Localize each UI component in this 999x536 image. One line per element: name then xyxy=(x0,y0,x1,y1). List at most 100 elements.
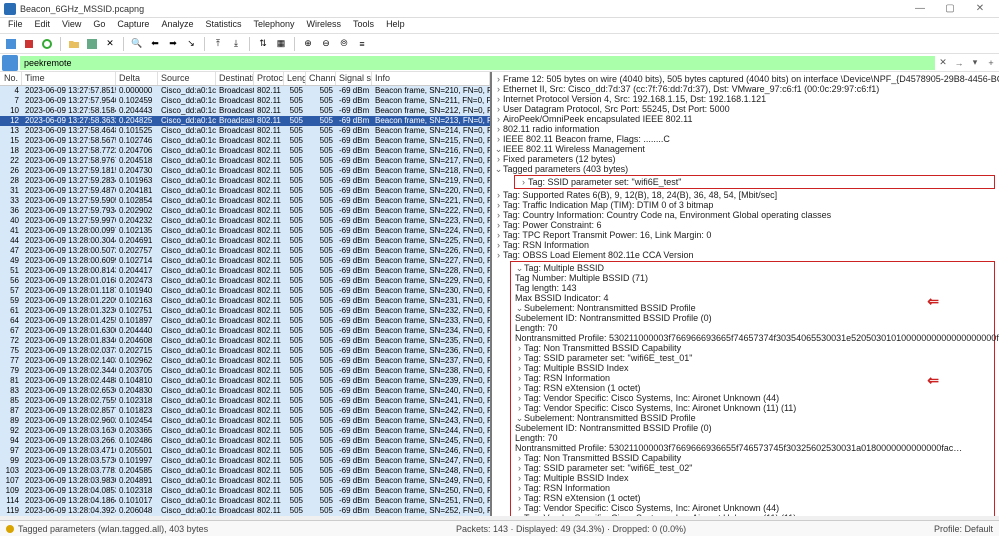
packet-row[interactable]: 472023-06-09 13:28:00.5072320.202757Cisc… xyxy=(0,246,490,256)
resize-columns-icon[interactable]: ≡ xyxy=(355,37,369,51)
sub1-idx[interactable]: Tag: Multiple BSSID Index xyxy=(524,363,629,373)
packet-row[interactable]: 562023-06-09 13:28:01.0168360.202473Cisc… xyxy=(0,276,490,286)
col-channel[interactable]: Channel xyxy=(306,72,336,85)
menu-view[interactable]: View xyxy=(56,18,87,33)
radio-line[interactable]: 802.11 radio information xyxy=(503,124,599,134)
menu-analyze[interactable]: Analyze xyxy=(155,18,199,33)
sub2-ssid[interactable]: Tag: SSID parameter set: "wifi6E_test_02… xyxy=(524,463,692,473)
sub2-rsn[interactable]: Tag: RSN Information xyxy=(524,483,610,493)
packet-row[interactable]: 362023-06-09 13:27:59.7934170.202902Cisc… xyxy=(0,206,490,216)
packet-row[interactable]: 872023-06-09 13:28:02.8577980.101823Cisc… xyxy=(0,406,490,416)
packet-row[interactable]: 992023-06-09 13:28:03.5736010.101997Cisc… xyxy=(0,456,490,466)
packet-row[interactable]: 572023-06-09 13:28:01.1187760.101940Cisc… xyxy=(0,286,490,296)
tagged-params[interactable]: Tagged parameters (403 bytes) xyxy=(503,164,628,174)
packet-row[interactable]: 312023-06-09 13:27:59.4876610.204181Cisc… xyxy=(0,186,490,196)
packet-row[interactable]: 102023-06-09 13:27:58.1584670.204443Cisc… xyxy=(0,106,490,116)
minimize-button[interactable]: — xyxy=(905,3,935,14)
sub1-vendor2[interactable]: Tag: Vendor Specific: Cisco Systems, Inc… xyxy=(524,403,796,413)
sub2-idx[interactable]: Tag: Multiple BSSID Index xyxy=(524,473,629,483)
packet-row[interactable]: 752023-06-09 13:28:02.0373500.202715Cisc… xyxy=(0,346,490,356)
packet-row[interactable]: 772023-06-09 13:28:02.1403120.102962Cisc… xyxy=(0,356,490,366)
add-filter-icon[interactable]: + xyxy=(983,58,999,68)
beacon-line[interactable]: IEEE 802.11 Beacon frame, Flags: .......… xyxy=(503,134,670,144)
last-packet-icon[interactable]: ⤓ xyxy=(229,37,243,51)
packet-row[interactable]: 1032023-06-09 13:28:03.7781860.204585Cis… xyxy=(0,466,490,476)
col-signal[interactable]: Signal stre… xyxy=(336,72,372,85)
col-time[interactable]: Time xyxy=(22,72,116,85)
menu-tools[interactable]: Tools xyxy=(347,18,380,33)
tag-tpc[interactable]: Tag: TPC Report Transmit Power: 16, Link… xyxy=(503,230,711,240)
eth-line[interactable]: Ethernet II, Src: Cisco_dd:7d:37 (cc:7f:… xyxy=(503,84,879,94)
close-file-icon[interactable]: ✕ xyxy=(103,37,117,51)
packet-row[interactable]: 402023-06-09 13:27:59.9976490.204232Cisc… xyxy=(0,216,490,226)
zoom-in-icon[interactable]: ⊕ xyxy=(301,37,315,51)
packet-row[interactable]: 1142023-06-09 13:28:04.1864120.101017Cis… xyxy=(0,496,490,506)
packet-row[interactable]: 722023-06-09 13:28:01.8346350.204608Cisc… xyxy=(0,336,490,346)
packet-row[interactable]: 1092023-06-09 13:28:04.0853950.102318Cis… xyxy=(0,486,490,496)
sub1-rsn[interactable]: Tag: RSN Information xyxy=(524,373,610,383)
sub1[interactable]: Subelement: Nontransmitted BSSID Profile xyxy=(524,303,696,313)
packet-row[interactable]: 1072023-06-09 13:28:03.9830770.204891Cis… xyxy=(0,476,490,486)
menu-wireless[interactable]: Wireless xyxy=(301,18,348,33)
col-source[interactable]: Source xyxy=(158,72,216,85)
colorize-icon[interactable]: ▦ xyxy=(274,37,288,51)
packet-row[interactable]: 262023-06-09 13:27:59.1815170.204730Cisc… xyxy=(0,166,490,176)
first-packet-icon[interactable]: ⤒ xyxy=(211,37,225,51)
col-info[interactable]: Info xyxy=(372,72,490,85)
packet-row[interactable]: 132023-06-09 13:27:58.4648170.101525Cisc… xyxy=(0,126,490,136)
packet-row[interactable]: 792023-06-09 13:28:02.3440170.203705Cisc… xyxy=(0,366,490,376)
packet-row[interactable]: 672023-06-09 13:28:01.6300270.204440Cisc… xyxy=(0,326,490,336)
packet-row[interactable]: 122023-06-09 13:27:58.3632920.204825Cisc… xyxy=(0,116,490,126)
packet-row[interactable]: 512023-06-09 13:28:00.8143630.204417Cisc… xyxy=(0,266,490,276)
save-file-icon[interactable] xyxy=(85,37,99,51)
tag-country[interactable]: Tag: Country Information: Country Code n… xyxy=(503,210,831,220)
close-button[interactable]: ✕ xyxy=(965,3,995,14)
tag-obss[interactable]: Tag: OBSS Load Element 802.11e CCA Versi… xyxy=(503,250,693,260)
packet-row[interactable]: 612023-06-09 13:28:01.3236900.102751Cisc… xyxy=(0,306,490,316)
tag-power[interactable]: Tag: Power Constraint: 6 xyxy=(503,220,602,230)
sub2[interactable]: Subelement: Nontransmitted BSSID Profile xyxy=(524,413,696,423)
packet-row[interactable]: 642023-06-09 13:28:01.4255870.101897Cisc… xyxy=(0,316,490,326)
sub1-vendor1[interactable]: Tag: Vendor Specific: Cisco Systems, Inc… xyxy=(524,393,779,403)
packet-row[interactable]: 922023-06-09 13:28:03.1636170.203365Cisc… xyxy=(0,426,490,436)
packet-row[interactable]: 852023-06-09 13:28:02.7559750.102318Cisc… xyxy=(0,396,490,406)
packet-row[interactable]: 972023-06-09 13:28:03.4716040.205501Cisc… xyxy=(0,446,490,456)
menu-telephony[interactable]: Telephony xyxy=(247,18,300,33)
frame-line[interactable]: Frame 12: 505 bytes on wire (4040 bits),… xyxy=(503,74,999,84)
udp-line[interactable]: User Datagram Protocol, Src Port: 55245,… xyxy=(503,104,730,114)
packet-row[interactable]: 1192023-06-09 13:28:04.3924600.206048Cis… xyxy=(0,506,490,516)
airopeek-line[interactable]: AiroPeek/OmniPeek encapsulated IEEE 802.… xyxy=(503,114,692,124)
zoom-reset-icon[interactable]: ⦾ xyxy=(337,37,351,51)
tag-rsn[interactable]: Tag: RSN Information xyxy=(503,240,589,250)
packet-row[interactable]: 442023-06-09 13:28:00.3044750.204691Cisc… xyxy=(0,236,490,246)
sub2-vendor2[interactable]: Tag: Vendor Specific: Cisco Systems, Inc… xyxy=(524,513,796,516)
find-icon[interactable]: 🔍 xyxy=(130,37,144,51)
tag-rates[interactable]: Tag: Supported Rates 6(B), 9, 12(B), 18,… xyxy=(503,190,777,200)
prev-icon[interactable]: ⬅ xyxy=(148,37,162,51)
apply-filter-icon[interactable]: → xyxy=(951,58,967,68)
packet-row[interactable]: 42023-06-09 13:27:57.8515650.000000Cisco… xyxy=(0,86,490,96)
menu-help[interactable]: Help xyxy=(380,18,411,33)
packet-row[interactable]: 832023-06-09 13:28:02.6536570.204830Cisc… xyxy=(0,386,490,396)
packet-row[interactable]: 182023-06-09 13:27:58.7722690.204706Cisc… xyxy=(0,146,490,156)
packet-row[interactable]: 492023-06-09 13:28:00.6099460.102714Cisc… xyxy=(0,256,490,266)
packet-row[interactable]: 892023-06-09 13:28:02.9602520.102454Cisc… xyxy=(0,416,490,426)
start-capture-icon[interactable] xyxy=(4,37,18,51)
col-destination[interactable]: Destination xyxy=(216,72,254,85)
zoom-out-icon[interactable]: ⊖ xyxy=(319,37,333,51)
stop-capture-icon[interactable] xyxy=(22,37,36,51)
tag-multiple-bssid[interactable]: Tag: Multiple BSSID xyxy=(524,263,604,273)
sub2-vendor1[interactable]: Tag: Vendor Specific: Cisco Systems, Inc… xyxy=(524,503,779,513)
ssid-box[interactable]: Tag: SSID parameter set: "wifi6E_test" xyxy=(528,177,681,187)
sub1-cap[interactable]: Tag: Non Transmitted BSSID Capability xyxy=(524,343,681,353)
display-filter-input[interactable] xyxy=(20,56,935,70)
bookmark-filter-icon[interactable] xyxy=(2,55,18,71)
col-length[interactable]: Length xyxy=(284,72,306,85)
packet-row[interactable]: 812023-06-09 13:28:02.4488270.104810Cisc… xyxy=(0,376,490,386)
packet-row[interactable]: 282023-06-09 13:27:59.2834800.101963Cisc… xyxy=(0,176,490,186)
menu-capture[interactable]: Capture xyxy=(111,18,155,33)
packet-row[interactable]: 412023-06-09 13:28:00.0997840.102135Cisc… xyxy=(0,226,490,236)
menu-file[interactable]: File xyxy=(2,18,29,33)
packet-row[interactable]: 222023-06-09 13:27:58.9767870.204518Cisc… xyxy=(0,156,490,166)
next-icon[interactable]: ➡ xyxy=(166,37,180,51)
